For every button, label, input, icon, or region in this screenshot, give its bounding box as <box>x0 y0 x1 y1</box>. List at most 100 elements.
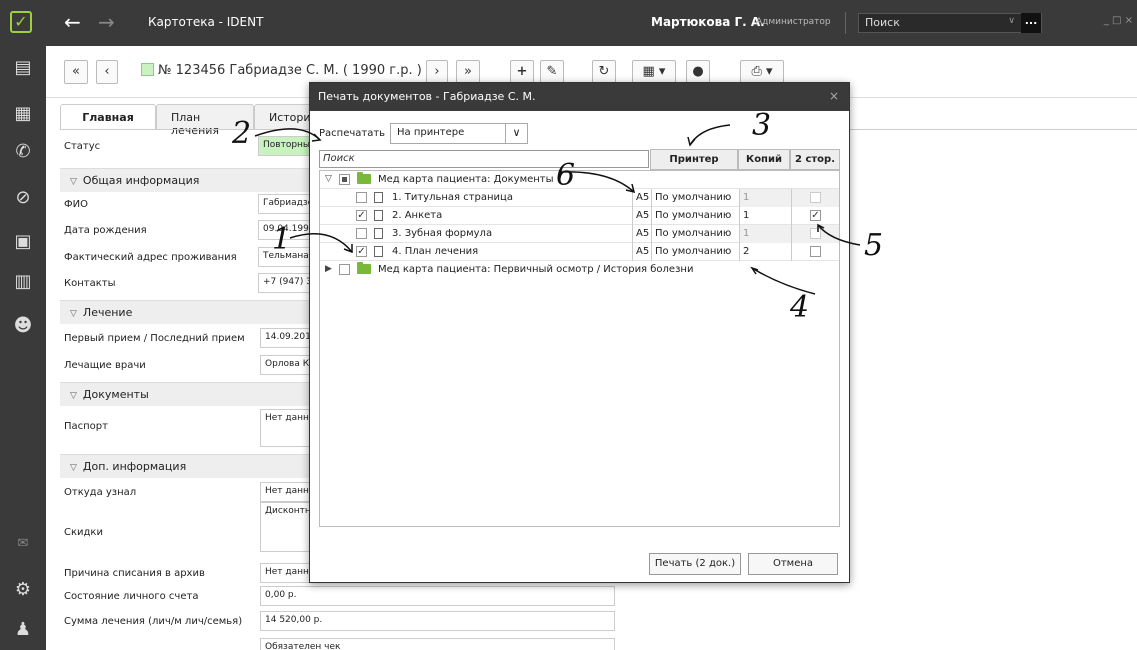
column-printer[interactable]: Принтер <box>650 149 738 170</box>
document-icon <box>374 246 383 257</box>
report-icon[interactable]: ▥ <box>11 270 35 294</box>
close-icon[interactable]: × <box>829 89 839 103</box>
collapse-triangle-icon: ▽ <box>70 177 77 187</box>
account-field[interactable]: 0,00 р. <box>260 586 615 606</box>
document-icon <box>374 228 383 239</box>
ruble-icon[interactable]: ⊘ <box>11 186 35 210</box>
tree-item-title-page[interactable]: 1. Титульная страница A5 По умолчанию 1 <box>320 189 839 207</box>
item-duplex-cell <box>791 243 839 261</box>
duplex-checkbox[interactable] <box>810 246 821 257</box>
collapse-triangle-icon: ▽ <box>70 309 77 319</box>
group-label: Мед карта пациента: Документы <box>378 174 554 185</box>
item-duplex-cell <box>791 225 839 243</box>
item-checkbox[interactable] <box>356 228 367 239</box>
edit-button[interactable]: ✎ <box>540 60 564 84</box>
first-record-button[interactable]: « <box>64 60 88 84</box>
item-copies: 1 <box>739 189 791 207</box>
folder-open-icon <box>357 172 371 184</box>
user-name[interactable]: Мартюкова Г. А. <box>651 15 765 29</box>
status-color-swatch <box>141 63 154 76</box>
dialog-title: Печать документов - Габриадзе С. М. <box>318 90 536 103</box>
group-checkbox[interactable] <box>339 174 350 185</box>
item-printer[interactable]: По умолчанию <box>651 243 739 261</box>
expand-triangle-icon[interactable]: ▶ <box>325 264 332 274</box>
print-documents-dialog: Печать документов - Габриадзе С. М. × Ра… <box>309 82 850 583</box>
prev-record-button[interactable]: ‹ <box>96 60 118 84</box>
more-button[interactable]: ... <box>1021 13 1041 33</box>
group-label: Мед карта пациента: Первичный осмотр / И… <box>378 264 694 275</box>
item-printer[interactable]: По умолчанию <box>651 207 739 225</box>
sum-field[interactable]: 14 520,00 р. <box>260 611 615 631</box>
add-button[interactable]: + <box>510 60 534 84</box>
tree-group-history[interactable]: ▶ Мед карта пациента: Первичный осмотр /… <box>320 261 839 279</box>
documents-tree: ▽ Мед карта пациента: Документы 1. Титул… <box>319 170 840 527</box>
print-menu-button[interactable]: ⎙ ▾ <box>740 60 784 84</box>
item-printer[interactable]: По умолчанию <box>651 225 739 243</box>
column-duplex[interactable]: 2 стор. <box>790 149 840 170</box>
collapse-triangle-icon: ▽ <box>70 391 77 401</box>
sidebar: ▤ ▦ ✆ ⊘ ▣ ▥ ☻ ✉ ⚙ ♟ <box>0 46 46 650</box>
tree-item-questionnaire[interactable]: ✓ 2. Анкета A5 По умолчанию 1 ✓ <box>320 207 839 225</box>
tab-main[interactable]: Главная <box>60 104 156 130</box>
calendar-icon[interactable]: ▦ <box>11 102 35 126</box>
back-arrow-icon[interactable]: ← <box>64 10 81 34</box>
mail-icon[interactable]: ✉ <box>11 532 35 556</box>
expand-triangle-icon[interactable]: ▽ <box>325 174 332 184</box>
item-checkbox[interactable]: ✓ <box>356 246 367 257</box>
duplex-checkbox <box>810 192 821 203</box>
global-search-input[interactable]: Поиск ∨ ... <box>858 13 1042 33</box>
chevron-down-icon[interactable]: ∨ <box>505 124 527 143</box>
item-checkbox[interactable]: ✓ <box>356 210 367 221</box>
item-printer[interactable]: По умолчанию <box>651 189 739 207</box>
separator <box>845 12 846 34</box>
folder-icon <box>357 262 371 274</box>
annotation-2: 2 <box>232 116 252 151</box>
next-record-button[interactable]: › <box>426 60 448 84</box>
duplex-checkbox <box>810 228 821 239</box>
receipt-field[interactable]: Обязателен чек <box>260 638 615 650</box>
column-copies[interactable]: Копий <box>738 149 790 170</box>
print-target-select[interactable]: На принтере ∨ <box>390 123 528 144</box>
document-icon <box>374 210 383 221</box>
gear-icon[interactable]: ⚙ <box>11 578 35 602</box>
tree-item-dental-formula[interactable]: 3. Зубная формула A5 По умолчанию 1 <box>320 225 839 243</box>
app-logo-icon: ✓ <box>10 11 32 33</box>
item-copies[interactable]: 2 <box>739 243 791 261</box>
group-checkbox[interactable] <box>339 264 350 275</box>
chevron-down-icon[interactable]: ∨ <box>1008 16 1015 26</box>
item-label: 3. Зубная формула <box>392 228 493 239</box>
print-label: Распечатать <box>319 128 386 139</box>
item-label: 2. Анкета <box>392 210 443 221</box>
user-role: Администратор <box>756 17 831 27</box>
chat-button[interactable]: ● <box>686 60 710 84</box>
cancel-button[interactable]: Отмена <box>748 553 838 575</box>
annotation-1: 1 <box>272 222 292 257</box>
cash-register-icon[interactable]: ▣ <box>11 230 35 254</box>
document-icon <box>374 192 383 203</box>
annotation-6: 6 <box>556 158 576 193</box>
item-checkbox[interactable] <box>356 192 367 203</box>
forward-arrow-icon[interactable]: → <box>98 10 115 34</box>
document-search-input[interactable]: Поиск <box>319 150 649 168</box>
item-duplex-cell: ✓ <box>791 207 839 225</box>
phone-icon[interactable]: ✆ <box>11 140 35 164</box>
user-icon[interactable]: ♟ <box>11 618 35 642</box>
print-button[interactable]: Печать (2 док.) <box>649 553 741 575</box>
annotation-5: 5 <box>864 228 884 263</box>
item-duplex-cell <box>791 189 839 207</box>
annotation-3: 3 <box>752 108 772 143</box>
tree-group-documents[interactable]: ▽ Мед карта пациента: Документы <box>320 171 839 189</box>
window-title: Картотека - IDENT <box>148 15 264 29</box>
collapse-triangle-icon: ▽ <box>70 463 77 473</box>
card-index-icon[interactable]: ▤ <box>11 56 35 80</box>
item-label: 1. Титульная страница <box>392 192 513 203</box>
window-controls[interactable]: _ □ × <box>1104 15 1133 26</box>
refresh-button[interactable]: ↻ <box>592 60 616 84</box>
item-copies[interactable]: 1 <box>739 207 791 225</box>
tree-item-treatment-plan[interactable]: ✓ 4. План лечения A5 По умолчанию 2 <box>320 243 839 261</box>
duplex-checkbox[interactable]: ✓ <box>810 210 821 221</box>
users-icon[interactable]: ☻ <box>11 314 35 338</box>
calendar-menu-button[interactable]: ▦ ▾ <box>632 60 676 84</box>
last-record-button[interactable]: » <box>456 60 480 84</box>
annotation-4: 4 <box>790 290 810 325</box>
